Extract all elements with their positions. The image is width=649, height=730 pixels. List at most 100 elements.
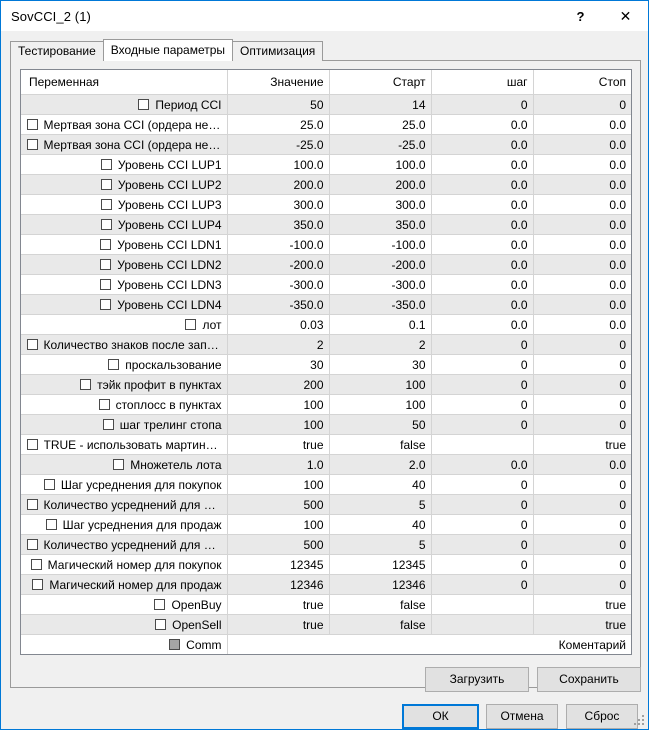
stop-cell[interactable]: 0 (533, 474, 631, 495)
table-row[interactable]: Уровень CCI LDN2 -200.0 -200.0 0.0 0.0 (21, 254, 631, 275)
checkbox-icon[interactable] (138, 98, 150, 110)
step-cell[interactable]: 0.0 (431, 174, 534, 195)
start-cell[interactable]: 100.0 (329, 154, 432, 175)
stop-cell[interactable]: 0.0 (533, 214, 631, 235)
table-row[interactable]: OpenSell true false true (21, 614, 631, 635)
stop-cell[interactable]: 0.0 (533, 234, 631, 255)
step-cell[interactable]: 0.0 (431, 314, 534, 335)
start-cell[interactable]: 14 (329, 94, 432, 115)
step-cell[interactable]: 0.0 (431, 214, 534, 235)
table-row[interactable]: Шаг усреднения для продаж 100 40 0 0 (21, 514, 631, 535)
parameter-name-cell[interactable]: Магический номер для покупок (21, 554, 228, 575)
value-cell[interactable]: 300.0 (227, 194, 330, 215)
step-cell[interactable]: 0.0 (431, 194, 534, 215)
tab-optimization[interactable]: Оптимизация (232, 41, 324, 61)
value-cell[interactable]: -200.0 (227, 254, 330, 275)
value-cell[interactable]: 50 (227, 94, 330, 115)
step-cell[interactable]: 0 (431, 514, 534, 535)
parameter-name-cell[interactable]: Количество усреднений для пок... (21, 494, 228, 515)
step-cell[interactable] (431, 434, 534, 455)
checkbox-icon[interactable] (100, 158, 112, 170)
step-cell[interactable]: 0.0 (431, 454, 534, 475)
reset-button[interactable]: Сброс (566, 704, 638, 729)
start-cell[interactable]: -300.0 (329, 274, 432, 295)
parameters-grid[interactable]: Переменная Значение Старт шаг Стоп Перио… (20, 69, 632, 655)
parameter-name-cell[interactable]: OpenSell (21, 614, 228, 635)
stop-cell[interactable]: 0 (533, 94, 631, 115)
checkbox-icon[interactable] (26, 118, 38, 130)
table-row[interactable]: Мертвая зона CCI (ордера не от... -25.0 -2… (21, 134, 631, 155)
table-row[interactable]: проскальзование 30 30 0 0 (21, 354, 631, 375)
value-cell[interactable]: 100.0 (227, 154, 330, 175)
stop-cell[interactable]: 0.0 (533, 114, 631, 135)
start-cell[interactable]: 30 (329, 354, 432, 375)
value-cell[interactable]: 100 (227, 414, 330, 435)
start-cell[interactable]: 5 (329, 494, 432, 515)
resize-grip-icon[interactable] (634, 715, 646, 727)
stop-cell[interactable]: 0.0 (533, 194, 631, 215)
parameter-name-cell[interactable]: Уровень CCI LDN3 (21, 274, 228, 295)
checkbox-icon[interactable] (26, 138, 38, 150)
stop-cell[interactable]: 0.0 (533, 174, 631, 195)
value-cell[interactable]: 12345 (227, 554, 330, 575)
value-cell[interactable]: -300.0 (227, 274, 330, 295)
table-row[interactable]: Уровень CCI LDN1 -100.0 -100.0 0.0 0.0 (21, 234, 631, 255)
parameter-name-cell[interactable]: Шаг усреднения для покупок (21, 474, 228, 495)
start-cell[interactable]: 5 (329, 534, 432, 555)
value-cell[interactable]: -100.0 (227, 234, 330, 255)
checkbox-icon[interactable] (98, 398, 110, 410)
step-cell[interactable]: 0 (431, 334, 534, 355)
parameter-name-cell[interactable]: TRUE - использовать мартингейл (21, 434, 228, 455)
stop-cell[interactable]: 0.0 (533, 454, 631, 475)
stop-cell[interactable]: 0 (533, 354, 631, 375)
step-cell[interactable]: 0 (431, 494, 534, 515)
stop-cell[interactable]: 0 (533, 414, 631, 435)
step-cell[interactable]: 0.0 (431, 274, 534, 295)
value-cell[interactable]: 25.0 (227, 114, 330, 135)
parameter-name-cell[interactable]: Шаг усреднения для продаж (21, 514, 228, 535)
value-cell[interactable]: 0.03 (227, 314, 330, 335)
table-row[interactable]: Магический номер для покупок 12345 12345 0 0 (21, 554, 631, 575)
stop-cell[interactable]: 0 (533, 374, 631, 395)
parameter-name-cell[interactable]: Уровень CCI LDN1 (21, 234, 228, 255)
column-header-stop[interactable]: Стоп (533, 70, 631, 95)
step-cell[interactable]: 0 (431, 554, 534, 575)
parameter-name-cell[interactable]: Мертвая зона CCI (ордера не от... (21, 134, 228, 155)
start-cell[interactable]: 350.0 (329, 214, 432, 235)
value-cell[interactable]: 500 (227, 494, 330, 515)
column-header-variable[interactable]: Переменная (21, 70, 228, 95)
stop-cell[interactable]: 0.0 (533, 294, 631, 315)
parameter-name-cell[interactable]: Уровень CCI LDN4 (21, 294, 228, 315)
checkbox-icon[interactable] (155, 618, 167, 630)
checkbox-icon[interactable] (26, 438, 38, 450)
checkbox-icon[interactable] (100, 218, 112, 230)
stop-cell[interactable]: 0.0 (533, 134, 631, 155)
stop-cell[interactable]: 0 (533, 574, 631, 595)
table-row[interactable]: тэйк профит в пунктах 200 100 0 0 (21, 374, 631, 395)
table-row[interactable]: Магический номер для продаж 12346 12346 0 0 (21, 574, 631, 595)
start-cell[interactable]: -25.0 (329, 134, 432, 155)
value-cell[interactable]: true (227, 594, 330, 615)
start-cell[interactable]: 200.0 (329, 174, 432, 195)
table-row[interactable]: Количество усреднений для про... 500 5 0 0 (21, 534, 631, 555)
step-cell[interactable]: 0.0 (431, 114, 534, 135)
step-cell[interactable]: 0 (431, 574, 534, 595)
value-cell[interactable]: 100 (227, 474, 330, 495)
checkbox-icon[interactable] (113, 458, 125, 470)
stop-cell[interactable]: 0.0 (533, 314, 631, 335)
tab-input-parameters[interactable]: Входные параметры (102, 39, 234, 61)
value-cell[interactable]: 100 (227, 394, 330, 415)
step-cell[interactable]: 0.0 (431, 134, 534, 155)
step-cell[interactable]: 0 (431, 474, 534, 495)
checkbox-icon[interactable] (100, 198, 112, 210)
checkbox-icon[interactable] (26, 538, 38, 550)
table-row[interactable]: Количество знаков после запят... 2 2 0 0 (21, 334, 631, 355)
ok-button[interactable]: ОК (402, 704, 479, 729)
table-row[interactable]: Мертвая зона CCI (ордера не от... 25.0 25.… (21, 114, 631, 135)
step-cell[interactable] (431, 594, 534, 615)
start-cell[interactable]: -200.0 (329, 254, 432, 275)
start-cell[interactable]: 12345 (329, 554, 432, 575)
cancel-button[interactable]: Отмена (486, 704, 558, 729)
start-cell[interactable]: 25.0 (329, 114, 432, 135)
start-cell[interactable]: false (329, 614, 432, 635)
